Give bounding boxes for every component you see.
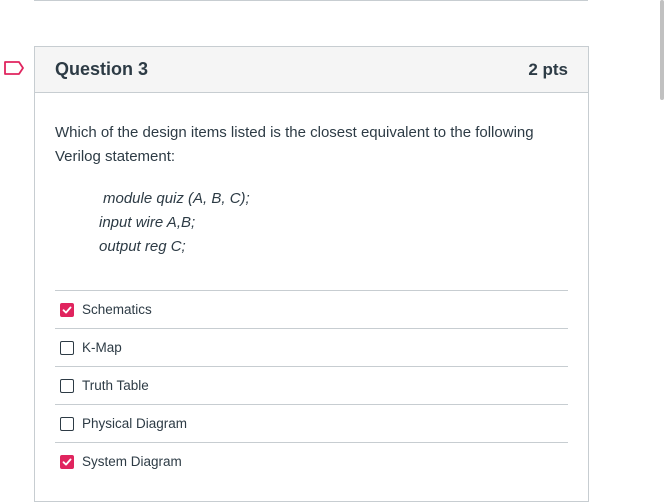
answer-label: System Diagram — [82, 454, 182, 469]
answer-label: K-Map — [82, 340, 122, 355]
checkbox-unchecked[interactable] — [60, 340, 74, 355]
page-scrollbar[interactable] — [660, 0, 665, 504]
answer-list: Schematics K-Map Truth Table Physical Di… — [55, 290, 568, 480]
quiz-page: Question 3 2 pts Which of the design ite… — [0, 0, 665, 504]
question-points: 2 pts — [528, 59, 568, 79]
code-line: input wire A,B; — [99, 214, 196, 231]
answer-option-schematics[interactable]: Schematics — [55, 290, 568, 328]
code-line: module quiz (A, B, C); — [103, 190, 250, 207]
question-prompt: Which of the design items listed is the … — [55, 124, 534, 165]
checkbox-unchecked[interactable] — [60, 378, 74, 393]
question-title: Question 3 — [55, 59, 149, 79]
question-header: Question 3 2 pts — [35, 47, 588, 93]
answer-option-physical-diagram[interactable]: Physical Diagram — [55, 404, 568, 442]
previous-question-card — [34, 0, 588, 1]
question-card: Question 3 2 pts Which of the design ite… — [34, 46, 589, 502]
verilog-code: module quiz (A, B, C); input wire A,B; o… — [55, 187, 568, 259]
answer-label: Physical Diagram — [82, 416, 188, 431]
checkmark-icon — [62, 306, 72, 313]
answer-option-system-diagram[interactable]: System Diagram — [55, 442, 568, 480]
question-body: Which of the design items listed is the … — [35, 93, 588, 259]
checkbox-checked[interactable] — [60, 454, 74, 469]
checkbox-unchecked[interactable] — [60, 416, 74, 431]
answer-label: Schematics — [82, 302, 152, 317]
answer-option-k-map[interactable]: K-Map — [55, 328, 568, 366]
answer-label: Truth Table — [82, 378, 149, 393]
checkbox-checked[interactable] — [60, 302, 74, 317]
answer-option-truth-table[interactable]: Truth Table — [55, 366, 568, 404]
checkmark-icon — [62, 458, 72, 465]
scrollbar-thumb[interactable] — [660, 0, 664, 100]
flag-question-icon[interactable] — [4, 61, 24, 75]
code-line: output reg C; — [99, 238, 186, 255]
